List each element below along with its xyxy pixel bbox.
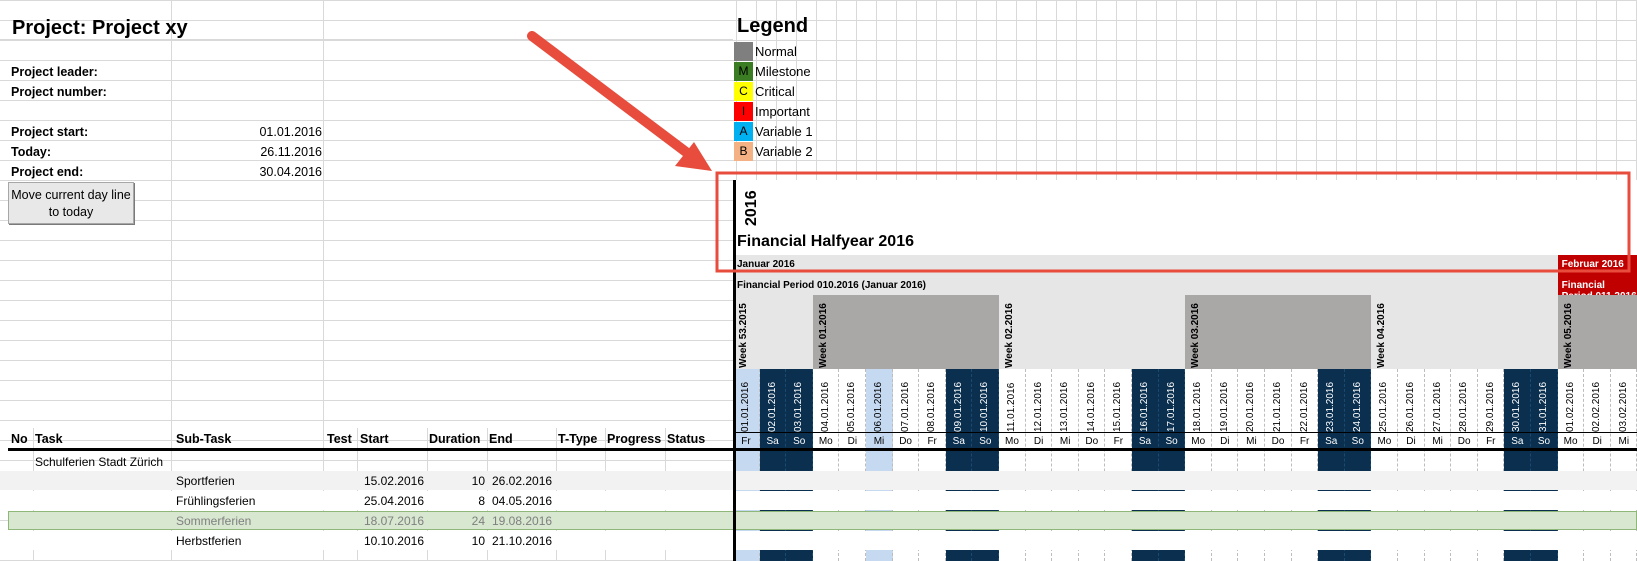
spreadsheet-grid[interactable]: Project: Project xy Project leader: Proj…: [0, 0, 1637, 561]
annotation-overlay: [527, 31, 1631, 273]
annotation-highlight-box: [715, 171, 1631, 273]
annotation-arrow-shaft: [527, 31, 695, 160]
